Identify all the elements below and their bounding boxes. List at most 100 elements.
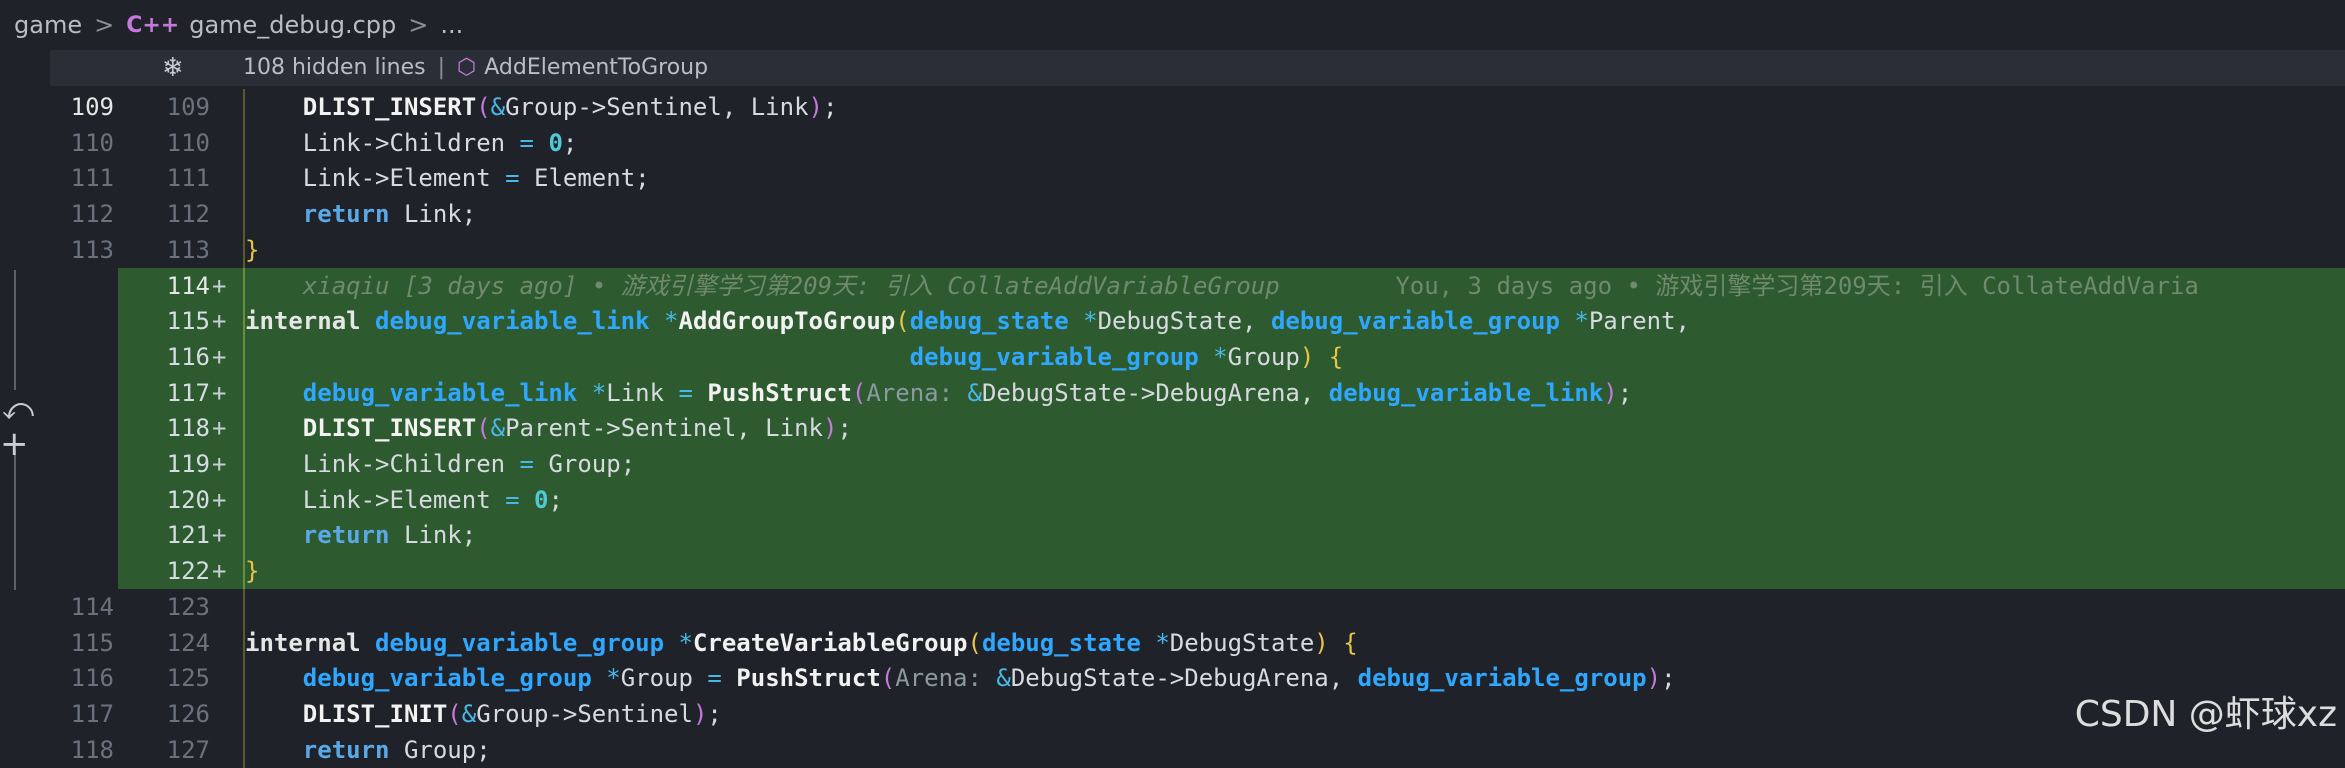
- line-number-original: [50, 446, 114, 482]
- code-line[interactable]: 120+ Link->Element = 0;: [0, 481, 2345, 518]
- code-token: Link->Element: [302, 164, 506, 193]
- code-token: (: [476, 93, 491, 121]
- breadcrumb-more[interactable]: ...: [440, 11, 463, 39]
- code-line[interactable]: 121+ return Link;: [0, 517, 2345, 554]
- code-token: }: [245, 235, 260, 264]
- line-number-original: [50, 517, 114, 553]
- line-number-modified: 122+: [118, 553, 243, 590]
- code-line[interactable]: 116+ debug_variable_group *Group) {: [0, 338, 2345, 375]
- code-text[interactable]: Link->Children = Group;: [243, 446, 2345, 482]
- code-token: ): [1646, 664, 1662, 693]
- code-text[interactable]: internal debug_variable_group *CreateVar…: [243, 624, 2345, 661]
- code-line[interactable]: 122+}: [0, 553, 2345, 590]
- code-text[interactable]: xiaqiu [3 days ago] • 游戏引擎学习第209天: 引入 Co…: [243, 267, 2345, 304]
- line-number-modified: 115+: [118, 303, 243, 340]
- line-number-original: 115: [70, 628, 114, 657]
- code-token: Parent->Sentinel, Link: [505, 414, 823, 443]
- code-text[interactable]: Link->Element = 0;: [243, 481, 2345, 518]
- code-line[interactable]: 117+ debug_variable_link *Link = PushStr…: [0, 374, 2345, 411]
- code-token: ;: [707, 699, 722, 728]
- code-text[interactable]: }: [243, 231, 2345, 268]
- code-text[interactable]: debug_variable_link *Link = PushStruct(A…: [243, 374, 2345, 411]
- code-token: ;: [1617, 378, 1633, 407]
- breadcrumb-file[interactable]: game_debug.cpp: [189, 11, 396, 39]
- code-line[interactable]: 119+ Link->Children = Group;: [0, 446, 2345, 482]
- line-number-original: 112: [70, 200, 114, 229]
- code-line[interactable]: 110 110 Link->Children = 0;: [0, 124, 2345, 161]
- code-line[interactable]: 112 112 return Link;: [0, 196, 2345, 233]
- code-line[interactable]: 111 111 Link->Element = Element;: [0, 160, 2345, 197]
- hidden-lines-bar[interactable]: ❄ 108 hidden lines | ⬡ AddElementToGroup: [50, 50, 2345, 86]
- code-token: =: [505, 164, 520, 193]
- code-token: Link: [606, 378, 679, 407]
- line-number-modified: 124: [166, 628, 210, 657]
- code-line[interactable]: 116 125 debug_variable_group *Group = Pus…: [0, 660, 2345, 697]
- code-token: debug_state: [981, 628, 1141, 657]
- code-token: (: [880, 664, 896, 693]
- code-token: DebugState: [1169, 628, 1315, 657]
- code-text[interactable]: Link->Children = 0;: [243, 124, 2345, 161]
- line-number-modified: 109: [166, 93, 210, 121]
- code-text[interactable]: internal debug_variable_link *AddGroupTo…: [243, 303, 2345, 340]
- code-text[interactable]: DLIST_INIT(&Group->Sentinel);: [243, 695, 2345, 732]
- breadcrumb-folder[interactable]: game: [14, 11, 82, 39]
- code-line[interactable]: 114+ xiaqiu [3 days ago] • 游戏引擎学习第209天: …: [0, 267, 2345, 304]
- line-number-modified: 120+: [118, 481, 243, 518]
- line-number-modified: 118+: [118, 410, 243, 447]
- code-token: =: [678, 378, 693, 407]
- code-text[interactable]: return Group;: [243, 731, 2345, 768]
- code-token: *: [1574, 307, 1589, 336]
- code-token: Link->Children: [302, 450, 520, 478]
- line-number-original: 116: [70, 664, 114, 693]
- code-line[interactable]: 118 127 return Group;: [0, 731, 2345, 768]
- code-line[interactable]: 109 109 DLIST_INSERT(&Group->Sentinel, Li…: [0, 89, 2345, 125]
- code-token: *: [606, 664, 621, 693]
- line-number-modified: 110: [166, 128, 210, 157]
- code-token: PushStruct: [707, 378, 852, 407]
- code-text[interactable]: DLIST_INSERT(&Parent->Sentinel, Link);: [243, 410, 2345, 447]
- line-number-original: [50, 553, 114, 589]
- line-number-original: [50, 375, 114, 411]
- collapse-icon[interactable]: ❄: [162, 50, 184, 86]
- code-text[interactable]: debug_variable_group *Group) {: [243, 338, 2345, 375]
- hidden-lines-function[interactable]: AddElementToGroup: [484, 55, 708, 80]
- code-token: *: [1155, 628, 1170, 657]
- code-token: DLIST_INIT: [302, 699, 448, 728]
- code-token: ;: [548, 485, 563, 514]
- code-token: return: [302, 521, 390, 550]
- code-token: ;: [1661, 664, 1676, 693]
- line-number-modified: 125: [166, 664, 210, 693]
- code-token: Group->Sentinel, Link: [505, 93, 809, 121]
- line-number-original: [50, 410, 114, 446]
- code-text[interactable]: return Link;: [243, 517, 2345, 554]
- code-text[interactable]: Link->Element = Element;: [243, 160, 2345, 197]
- code-line[interactable]: 115+ internal debug_variable_link *AddGro…: [0, 303, 2345, 340]
- code-line[interactable]: 117 126 DLIST_INIT(&Group->Sentinel);: [0, 695, 2345, 732]
- code-text[interactable]: return Link;: [243, 196, 2345, 233]
- code-token: ;: [837, 414, 852, 443]
- code-token: CreateVariableGroup: [692, 628, 968, 657]
- code-token: ;: [562, 128, 578, 157]
- code-line[interactable]: 115 124 internal debug_variable_group *Cre…: [0, 624, 2345, 661]
- code-token: debug_variable_group: [375, 628, 665, 657]
- code-token: Group->Sentinel: [476, 699, 693, 728]
- code-text[interactable]: }: [243, 553, 2345, 590]
- code-token: *: [591, 378, 607, 407]
- code-token: ): [1314, 628, 1329, 657]
- code-text[interactable]: DLIST_INSERT(&Group->Sentinel, Link);: [243, 89, 2345, 125]
- code-line[interactable]: 113 113}: [0, 231, 2345, 268]
- code-line[interactable]: 114 123: [0, 588, 2345, 625]
- code-text[interactable]: debug_variable_group *Group = PushStruct…: [243, 660, 2345, 697]
- code-line[interactable]: 118+ DLIST_INSERT(&Parent->Sentinel, Lin…: [0, 410, 2345, 447]
- inline-blame: You, 3 days ago • 游戏引擎学习第209天: 引入 Collat…: [1395, 271, 2199, 300]
- code-text[interactable]: [243, 588, 2345, 625]
- hidden-lines-count[interactable]: 108 hidden lines: [243, 55, 426, 80]
- code-token: debug_state: [909, 307, 1069, 336]
